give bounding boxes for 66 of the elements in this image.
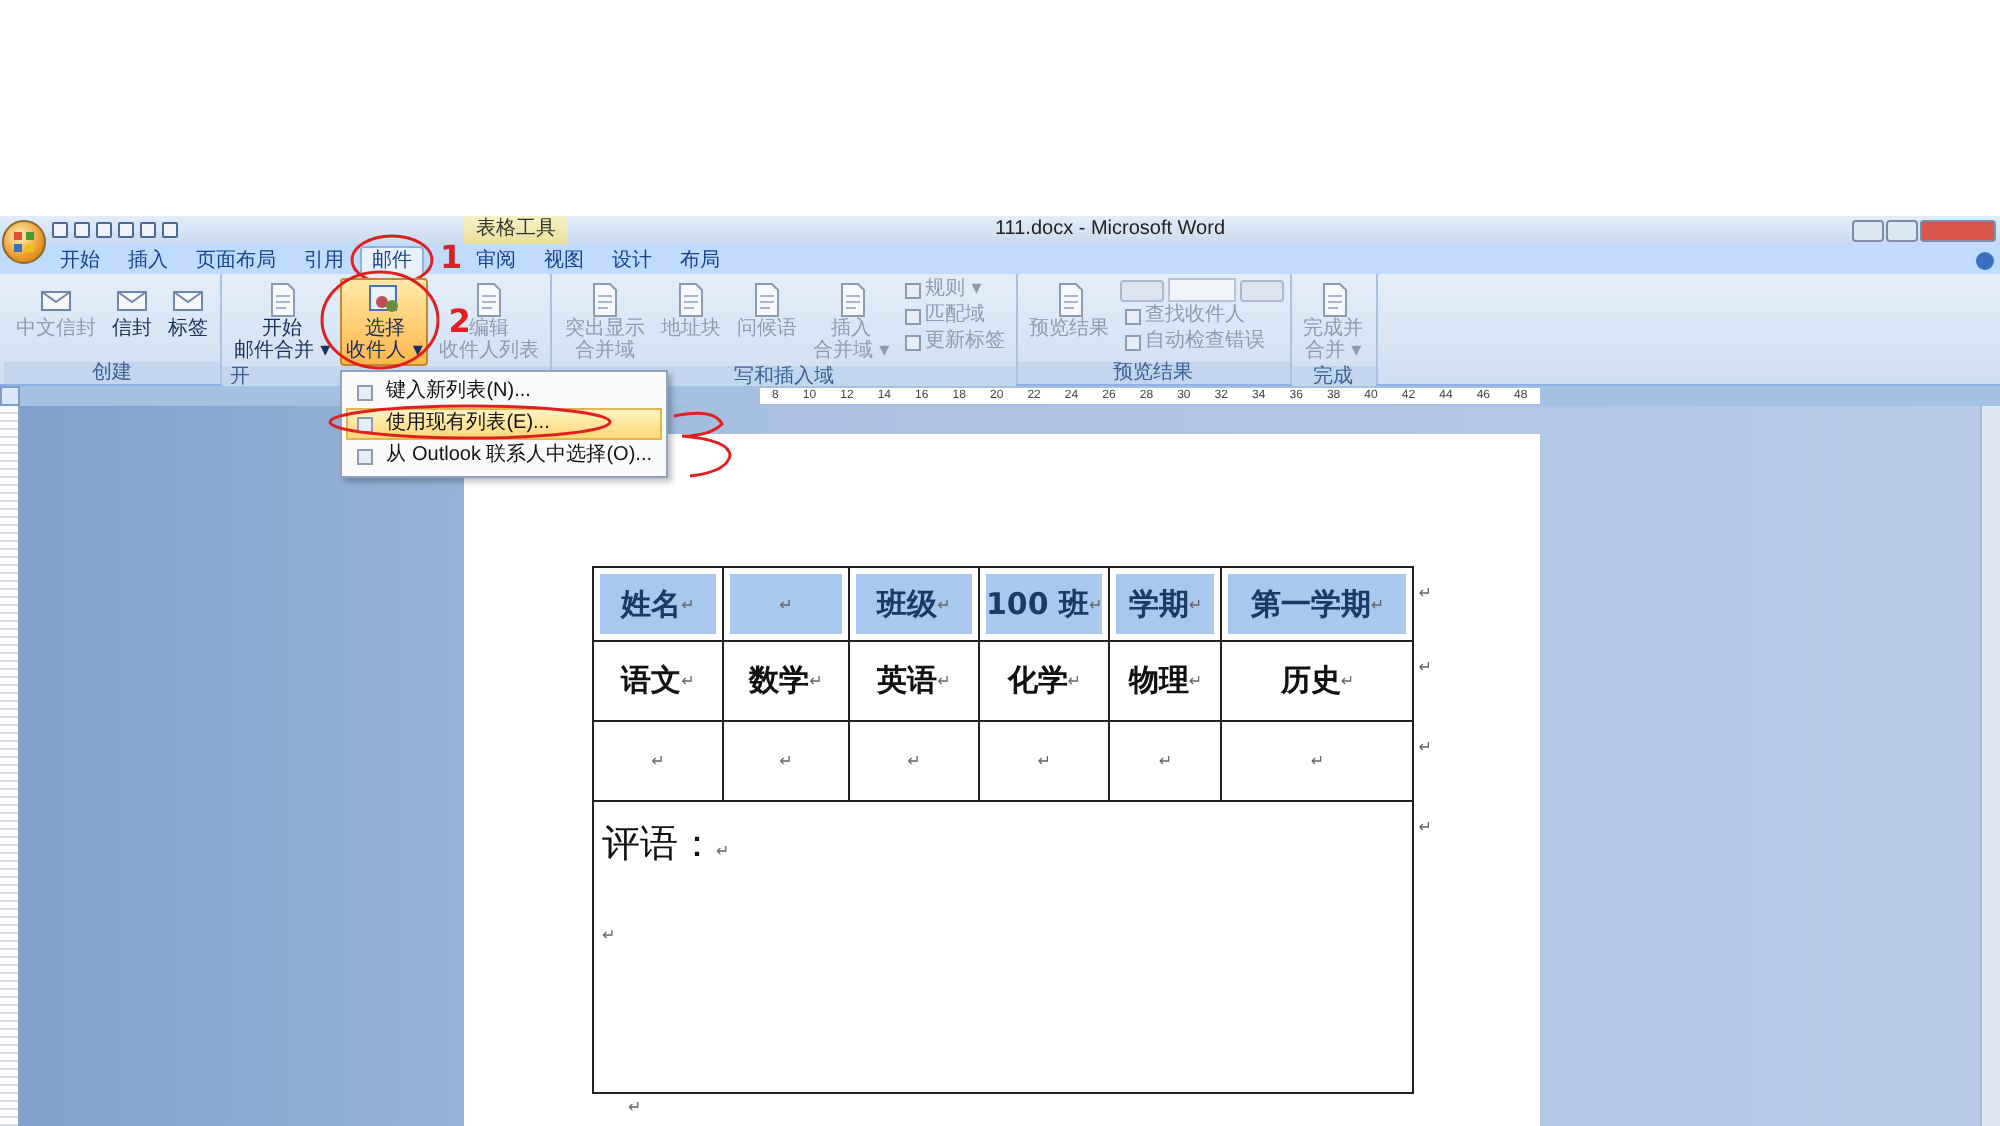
help-icon[interactable] — [1976, 252, 1994, 270]
ribbon-button[interactable]: 开始 邮件合并 ▾ — [228, 278, 337, 366]
cell-text: 第一学期 — [1250, 585, 1371, 623]
office-button[interactable] — [2, 220, 46, 264]
ribbon-tab[interactable]: 布局 — [668, 246, 732, 274]
cell-text: 英语 — [877, 662, 938, 700]
annotation-number: 1 — [440, 242, 463, 274]
paragraph-mark: ↵ — [1418, 583, 1432, 601]
cell-text: 班级 — [877, 585, 938, 623]
cell-text: 物理 — [1128, 662, 1189, 700]
paragraph-mark: ↵ — [628, 1098, 642, 1116]
group-label: 预览结果 — [1017, 362, 1290, 384]
people-icon — [366, 282, 403, 318]
cell-text: 化学 — [1007, 662, 1068, 700]
ribbon-tab[interactable]: 插入 — [116, 246, 180, 274]
paragraph-mark: ↵ — [1310, 752, 1325, 770]
close-button[interactable] — [1920, 219, 1996, 241]
paragraph-mark: ↵ — [602, 926, 616, 944]
paragraph-mark: ↵ — [1418, 817, 1432, 835]
paragraph-mark: ↵ — [809, 672, 823, 690]
cell-text: 姓名 — [621, 585, 682, 623]
paragraph-mark: ↵ — [681, 672, 695, 690]
paragraph-mark: ↵ — [937, 672, 951, 690]
paragraph-mark: ↵ — [1418, 737, 1432, 755]
group-label: 创建 — [4, 362, 220, 384]
ribbon-tab[interactable]: 邮件 — [360, 246, 424, 274]
paragraph-mark: ↵ — [1188, 595, 1203, 613]
tab-selector[interactable] — [0, 386, 20, 406]
paragraph-mark: ↵ — [779, 595, 793, 613]
paragraph-mark: ↵ — [1340, 672, 1355, 690]
ribbon-tab[interactable]: 审阅 — [464, 246, 528, 274]
window-title: 111.docx - Microsoft Word — [992, 216, 1228, 244]
ribbon-button[interactable]: 选择 收件人 ▾ — [340, 278, 429, 366]
paragraph-mark: ↵ — [1188, 672, 1203, 690]
cell-text: 语文 — [621, 662, 682, 700]
annotation-number: 2 — [448, 306, 471, 338]
contextual-tab-label: 表格工具 — [464, 216, 568, 244]
cell-text: 历史 — [1280, 662, 1341, 700]
paragraph-mark: ↵ — [1418, 657, 1432, 675]
minimize-button[interactable] — [1852, 219, 1884, 241]
maximize-button[interactable] — [1886, 219, 1918, 241]
comment-label: 评语： — [602, 820, 716, 870]
ribbon-tab[interactable]: 设计 — [600, 246, 664, 274]
ribbon-button[interactable]: 标签 — [162, 278, 214, 344]
ribbon-tab[interactable]: 开始 — [48, 246, 112, 274]
paragraph-mark: ↵ — [651, 752, 665, 770]
menu-item[interactable]: 从 Outlook 联系人中选择(O)... — [346, 440, 662, 472]
paragraph-mark: ↵ — [779, 752, 793, 770]
cell-text: 学期 — [1128, 585, 1189, 623]
paragraph-mark: ↵ — [907, 752, 921, 770]
paragraph-mark: ↵ — [1158, 752, 1173, 770]
ribbon-tab[interactable]: 视图 — [532, 246, 596, 274]
ribbon-tab[interactable]: 引用 — [292, 246, 356, 274]
ribbon-button[interactable]: 信封 — [106, 278, 158, 344]
paragraph-mark: ↵ — [1370, 595, 1385, 613]
paragraph-mark: ↵ — [937, 595, 951, 613]
scrollbar[interactable] — [1980, 406, 2000, 1126]
paragraph-mark: ↵ — [1037, 752, 1051, 770]
paragraph-mark: ↵ — [716, 842, 730, 860]
paragraph-mark: ↵ — [1089, 595, 1103, 613]
cell-text: 100 班 — [986, 585, 1090, 623]
logo-icon — [12, 230, 36, 254]
cell-text: 数学 — [749, 662, 810, 700]
paragraph-mark: ↵ — [681, 595, 695, 613]
ribbon-tab[interactable]: 页面布局 — [184, 246, 288, 274]
paragraph-mark: ↵ — [1067, 672, 1081, 690]
